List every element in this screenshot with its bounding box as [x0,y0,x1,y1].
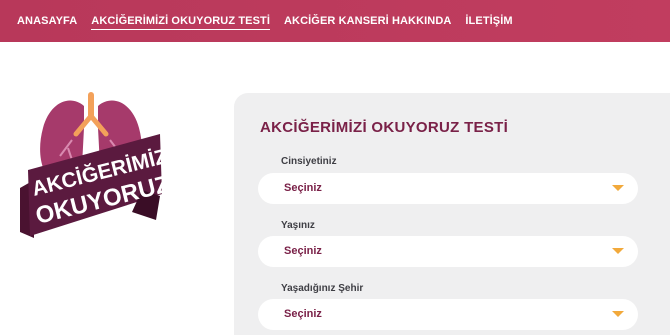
nav-home-link[interactable]: ANASAYFA [17,15,77,27]
nav-contact-link[interactable]: İLETİŞİM [465,15,512,27]
gender-select-value: Seçiniz [284,182,322,194]
chevron-down-icon [612,248,624,254]
city-label: Yaşadığınız Şehir [281,283,364,294]
city-select[interactable]: Seçiniz [258,299,638,330]
top-navbar: ANASAYFA AKCİĞERİMİZİ OKUYORUZ TESTİ AKC… [0,0,670,42]
age-select[interactable]: Seçiniz [258,236,638,267]
city-select-value: Seçiniz [284,308,322,320]
form-title: AKCİĞERİMİZİ OKUYORUZ TESTİ [260,119,509,136]
nav-about-cancer-link[interactable]: AKCİĞER KANSERİ HAKKINDA [284,15,451,27]
chevron-down-icon [612,311,624,317]
age-label: Yaşınız [281,220,315,231]
gender-select[interactable]: Seçiniz [258,173,638,204]
test-form-panel: AKCİĞERİMİZİ OKUYORUZ TESTİ Cinsiyetiniz… [234,93,670,335]
campaign-logo: AKCİĞERİMİZİ OKUYORUZ [10,88,176,248]
age-select-value: Seçiniz [284,245,322,257]
nav-test-link[interactable]: AKCİĞERİMİZİ OKUYORUZ TESTİ [91,15,270,30]
gender-label: Cinsiyetiniz [281,156,337,167]
chevron-down-icon [612,185,624,191]
lungs-logo-graphic: AKCİĞERİMİZİ OKUYORUZ [20,92,176,238]
